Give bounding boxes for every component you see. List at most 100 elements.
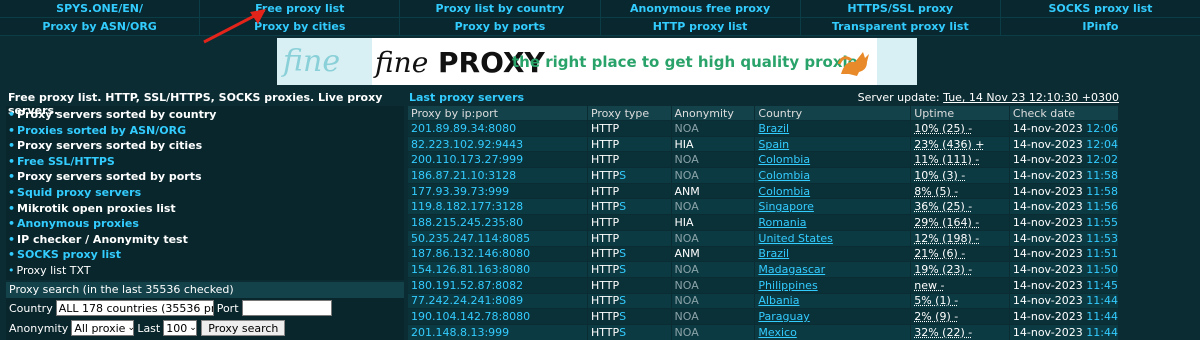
anonymity-level: NOA — [671, 121, 755, 137]
country-link[interactable]: Brazil — [758, 122, 789, 135]
uptime-link[interactable]: 11% (111) - — [914, 153, 979, 166]
nav-link[interactable]: Proxy by ASN/ORG — [0, 18, 200, 36]
server-update-value: Tue, 14 Nov 23 12:10:30 +0300 — [943, 91, 1119, 104]
anonymity-select-value: All proxie — [74, 322, 125, 335]
proxy-ip-port[interactable]: 200.110.173.27:999 — [408, 152, 588, 168]
column-header[interactable]: Check date — [1009, 106, 1118, 121]
uptime-link[interactable]: 32% (22) - — [914, 326, 972, 339]
uptime-link[interactable]: 21% (6) - — [914, 247, 965, 260]
nav-link[interactable]: Proxy list by country — [400, 0, 600, 18]
proxy-ip-port[interactable]: 119.8.182.177:3128 — [408, 199, 588, 215]
last-select[interactable]: 100 ⌄ — [163, 320, 197, 336]
uptime-link[interactable]: 8% (5) - — [914, 185, 958, 198]
proxy-ip-port[interactable]: 50.235.247.114:8085 — [408, 230, 588, 246]
column-header[interactable]: Anonymity — [671, 106, 755, 121]
nav-link[interactable]: SOCKS proxy list — [1001, 0, 1200, 18]
country-select[interactable]: ALL 178 countries (35536 pr⌄ — [56, 300, 214, 316]
uptime-link[interactable]: 36% (25) - — [914, 200, 972, 213]
country-cell: Madagascar — [755, 262, 911, 278]
menu-item[interactable]: • Mikrotik open proxies list — [8, 201, 402, 217]
menu-item[interactable]: • Proxy servers sorted by ports — [8, 169, 402, 185]
country-link[interactable]: Philippines — [758, 279, 817, 292]
country-link[interactable]: Albania — [758, 294, 799, 307]
proxy-type-text: HTTP — [591, 200, 619, 213]
uptime-link[interactable]: 10% (3) - — [914, 169, 965, 182]
uptime-cell: 10% (25) - — [911, 121, 1010, 137]
proxy-ip-port[interactable]: 201.148.8.13:999 — [408, 324, 588, 340]
table-row: 82.223.102.92:9443 HTTP HIA Spain 23% (436) … — [408, 136, 1119, 152]
country-link[interactable]: Colombia — [758, 169, 810, 182]
port-input[interactable] — [242, 300, 332, 316]
chevron-down-icon: ⌄ — [189, 323, 197, 333]
nav-link[interactable]: Free proxy list — [200, 0, 400, 18]
menu-item[interactable]: • Squid proxy servers — [8, 185, 402, 201]
column-header[interactable]: Proxy type — [587, 106, 671, 121]
check-date-time: 11:58 — [1086, 169, 1118, 182]
proxy-ip-port[interactable]: 177.93.39.73:999 — [408, 183, 588, 199]
country-link[interactable]: Madagascar — [758, 263, 825, 276]
nav-link[interactable]: SPYS.ONE/EN/ — [0, 0, 200, 18]
menu-item[interactable]: • Proxy list TXT — [8, 263, 402, 279]
country-link[interactable]: Brazil — [758, 247, 789, 260]
uptime-link[interactable]: 5% (1) - — [914, 294, 958, 307]
bullet-icon: • — [8, 202, 15, 215]
uptime-link[interactable]: 10% (25) - — [914, 122, 972, 135]
proxy-ip-port[interactable]: 82.223.102.92:9443 — [408, 136, 588, 152]
menu-item[interactable]: • SOCKS proxy list — [8, 247, 402, 263]
proxy-ip-port[interactable]: 154.126.81.163:8080 — [408, 262, 588, 278]
proxy-ip-port[interactable]: 186.87.21.10:3128 — [408, 168, 588, 184]
table-row: 77.242.24.241:8089 HTTPS NOA Albania 5% (1) … — [408, 293, 1119, 309]
last-select-value: 100 — [166, 322, 187, 335]
check-date-day: 14-nov-2023 — [1013, 200, 1083, 213]
check-date: 14-nov-2023 11:51 — [1009, 246, 1118, 262]
nav-link[interactable]: Proxy by ports — [400, 18, 600, 36]
country-cell: Singapore — [755, 199, 911, 215]
nav-link[interactable]: Anonymous free proxy — [601, 0, 801, 18]
uptime-link[interactable]: 19% (23) - — [914, 263, 972, 276]
column-header[interactable]: Proxy by ip:port — [408, 106, 588, 121]
uptime-cell: 29% (164) - — [911, 215, 1010, 231]
uptime-cell: 12% (198) - — [911, 230, 1010, 246]
proxy-ip-port[interactable]: 188.215.245.235:80 — [408, 215, 588, 231]
country-cell: Brazil — [755, 246, 911, 262]
proxy-ip-port[interactable]: 77.242.24.241:8089 — [408, 293, 588, 309]
uptime-link[interactable]: 23% (436) + — [914, 138, 984, 151]
uptime-link[interactable]: 12% (198) - — [914, 232, 979, 245]
country-link[interactable]: Singapore — [758, 200, 814, 213]
column-header[interactable]: Uptime — [911, 106, 1010, 121]
country-link[interactable]: Colombia — [758, 153, 810, 166]
menu-item[interactable]: • Proxy servers sorted by country — [8, 107, 402, 123]
menu-item[interactable]: • Anonymous proxies — [8, 216, 402, 232]
bullet-icon: • — [8, 217, 15, 230]
nav-link[interactable]: Proxy by cities — [200, 18, 400, 36]
fineproxy-banner[interactable]: fine fine PROXY the right place to get h… — [277, 38, 917, 85]
menu-item[interactable]: • IP checker / Anonymity test — [8, 232, 402, 248]
nav-link[interactable]: HTTPS/SSL proxy — [801, 0, 1001, 18]
country-cell: Colombia — [755, 183, 911, 199]
menu-item[interactable]: • Free SSL/HTTPS — [8, 154, 402, 170]
proxy-ip-port[interactable]: 180.191.52.87:8082 — [408, 277, 588, 293]
uptime-link[interactable]: 29% (164) - — [914, 216, 979, 229]
uptime-link[interactable]: 2% (9) - — [914, 310, 958, 323]
anonymity-select[interactable]: All proxie ⌄ — [71, 320, 134, 336]
country-link[interactable]: Colombia — [758, 185, 810, 198]
country-link[interactable]: United States — [758, 232, 833, 245]
proxy-ip-port[interactable]: 190.104.142.78:8080 — [408, 309, 588, 325]
proxy-search-button[interactable]: Proxy search — [201, 320, 285, 336]
column-header[interactable]: Country — [755, 106, 911, 121]
check-date: 14-nov-2023 12:04 — [1009, 136, 1118, 152]
proxy-ip-port[interactable]: 201.89.89.34:8080 — [408, 121, 588, 137]
table-row: 180.191.52.87:8082 HTTP NOA Philippines new … — [408, 277, 1119, 293]
nav-link[interactable]: IPinfo — [1001, 18, 1200, 36]
nav-link[interactable]: Transparent proxy list — [801, 18, 1001, 36]
nav-link[interactable]: HTTP proxy list — [601, 18, 801, 36]
uptime-link[interactable]: new - — [914, 279, 944, 292]
proxy-ip-port[interactable]: 187.86.132.146:8080 — [408, 246, 588, 262]
country-link[interactable]: Paraguay — [758, 310, 809, 323]
country-link[interactable]: Spain — [758, 138, 789, 151]
country-link[interactable]: Romania — [758, 216, 806, 229]
proxy-type: HTTP — [587, 152, 671, 168]
menu-item[interactable]: • Proxies sorted by ASN/ORG — [8, 123, 402, 139]
country-link[interactable]: Mexico — [758, 326, 796, 339]
menu-item[interactable]: • Proxy servers sorted by cities — [8, 138, 402, 154]
